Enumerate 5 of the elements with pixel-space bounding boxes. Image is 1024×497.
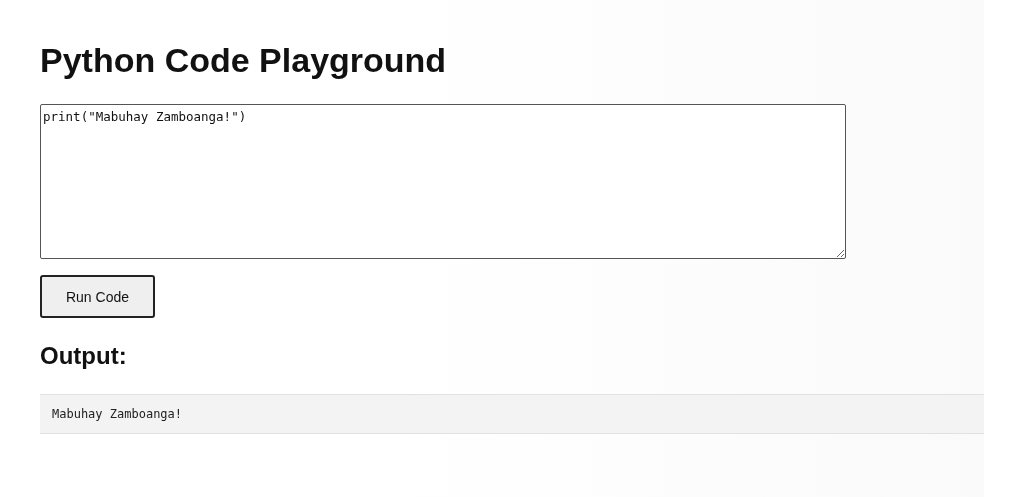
run-code-button[interactable]: Run Code [40,275,155,318]
page-title: Python Code Playground [40,40,448,81]
output-heading: Output: [40,341,128,371]
output-panel: Mabuhay Zamboanga! [40,394,984,434]
code-editor[interactable]: print("Mabuhay Zamboanga!") [40,104,846,259]
